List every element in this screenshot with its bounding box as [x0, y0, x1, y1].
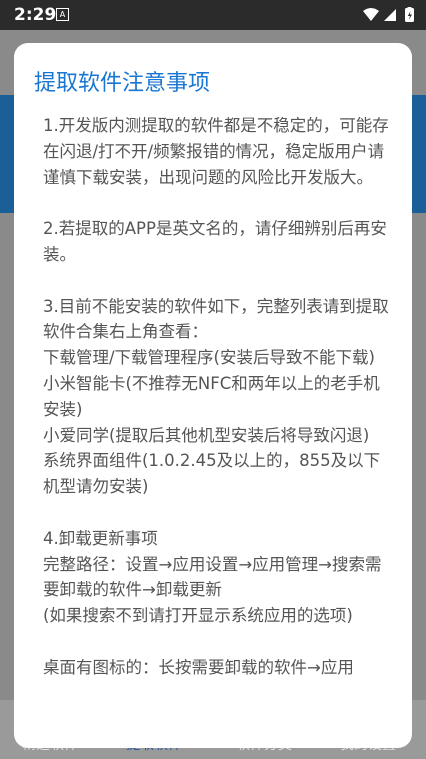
notice-item-xiaoai: 小爱同学(提取后其他机型安装后将导致闪退): [43, 425, 370, 445]
wifi-icon: [363, 8, 379, 21]
status-time: 2:29: [14, 5, 57, 25]
dialog-body[interactable]: 1.开发版内测提取的软件都是不稳定的，可能存在闪退/打不开/频繁报错的情况，稳定…: [43, 113, 391, 681]
notice-item-smart-card: 小米智能卡(不推荐无NFC和两年以上的老手机安装): [43, 373, 380, 419]
status-icons: [363, 7, 414, 22]
notice-item-download-manager: 下载管理/下载管理程序(安装后导致不能下载): [43, 348, 375, 368]
notice-paragraph-2: 2.若提取的APP是英文名的，请仔细辨别后再安装。: [43, 219, 387, 264]
status-bar: 2:29 A: [0, 0, 426, 30]
notice-dialog: 提取软件注意事项 1.开发版内测提取的软件都是不稳定的，可能存在闪退/打不开/频…: [14, 43, 412, 748]
notification-icon: A: [56, 8, 69, 21]
battery-icon: [405, 7, 414, 22]
notice-desktop-icon: 桌面有图标的：长按需要卸载的软件→应用: [43, 657, 354, 677]
notice-paragraph-3: 3.目前不能安装的软件如下，完整列表请到提取软件合集右上角查看：: [43, 296, 389, 342]
notice-paragraph-4: 4.卸载更新事项: [43, 528, 158, 548]
signal-icon: [384, 9, 396, 21]
notice-path-hint: (如果搜索不到请打开显示系统应用的选项): [43, 606, 353, 626]
notice-item-system-ui: 系统界面组件(1.0.2.45及以上的，855及以下机型请勿安装): [43, 451, 381, 497]
notice-paragraph-1: 1.开发版内测提取的软件都是不稳定的，可能存在闪退/打不开/频繁报错的情况，稳定…: [43, 116, 389, 187]
notice-full-path: 完整路径：设置→应用设置→应用管理→搜索需要卸载的软件→卸载更新: [43, 554, 382, 600]
dialog-title: 提取软件注意事项: [34, 71, 211, 96]
